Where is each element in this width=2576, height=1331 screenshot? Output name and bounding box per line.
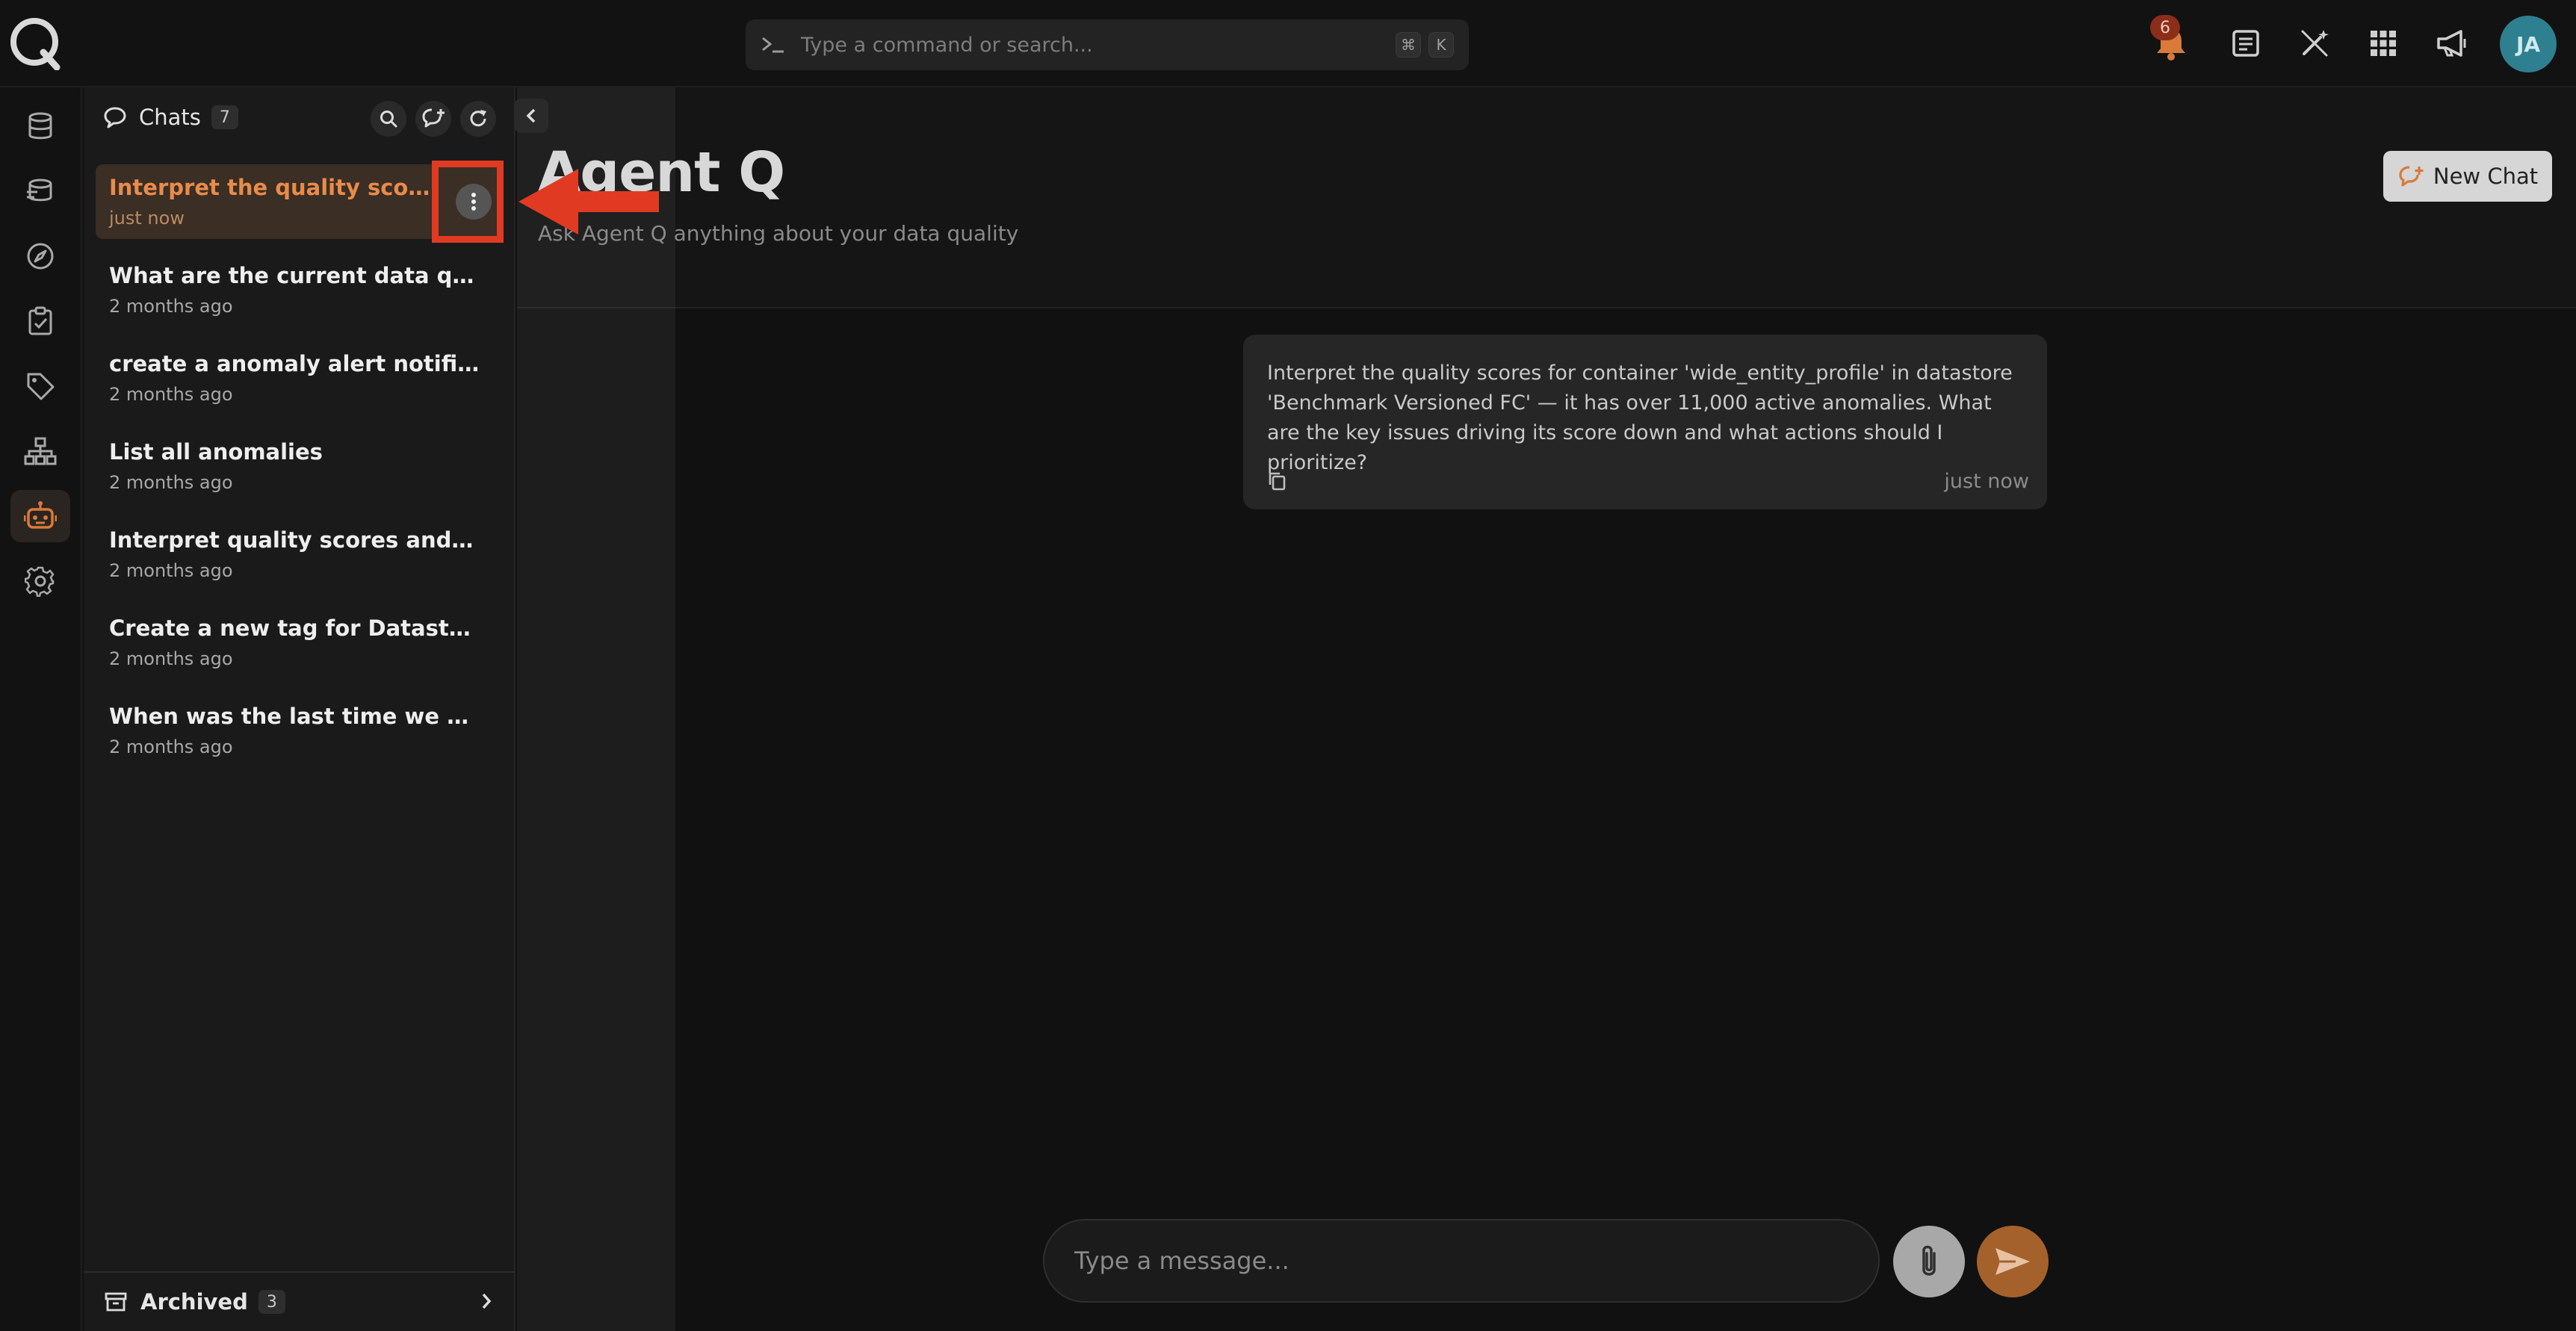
chat-item-time: 2 months ago	[109, 648, 233, 669]
gear-icon	[25, 566, 55, 597]
new-chat-button[interactable]: New Chat	[2383, 151, 2552, 202]
archived-section[interactable]: Archived 3	[84, 1271, 515, 1331]
docs-button[interactable]	[2223, 21, 2268, 66]
chat-item[interactable]: List all anomalies 2 months ago	[96, 429, 504, 503]
copy-icon[interactable]	[1267, 471, 1287, 491]
database-icon	[28, 112, 52, 140]
chat-item-time: 2 months ago	[109, 736, 233, 757]
rail-tags[interactable]	[10, 360, 70, 412]
rail-containers[interactable]	[10, 165, 70, 217]
refresh-icon	[470, 110, 486, 127]
archived-count-badge: 3	[258, 1290, 285, 1314]
chat-item-title: Create a new tag for Datastore: Analytic…	[109, 615, 480, 641]
magic-off-button[interactable]	[2292, 21, 2337, 66]
chat-item-time: 2 months ago	[109, 472, 233, 493]
nav-rail	[0, 87, 82, 1331]
refresh-chats-button[interactable]	[460, 101, 496, 137]
terminal-prompt-icon	[762, 37, 784, 53]
search-icon	[380, 111, 397, 128]
rail-agent-q[interactable]	[10, 490, 70, 542]
user-message: Interpret the quality scores for contain…	[1243, 335, 2047, 509]
chats-title: Chats	[139, 105, 201, 130]
chevron-right-icon	[482, 1293, 492, 1309]
archived-label: Archived	[140, 1289, 248, 1315]
message-footer: just now	[1267, 468, 2029, 494]
archive-icon	[105, 1292, 127, 1312]
chat-item-time: 2 months ago	[109, 296, 233, 317]
chevron-left-icon	[526, 108, 536, 123]
top-bar: Type a command or search... ⌘ K 6 JA	[0, 0, 2576, 87]
command-search[interactable]: Type a command or search... ⌘ K	[746, 19, 1469, 70]
chat-item[interactable]: create a anomaly alert notification for …	[96, 341, 504, 415]
rail-lineage[interactable]	[10, 425, 70, 477]
paperclip-icon	[1922, 1245, 1936, 1276]
tag-icon	[27, 373, 55, 400]
send-button[interactable]	[1977, 1226, 2049, 1297]
app-logo[interactable]	[7, 15, 63, 70]
chat-item-time: 2 months ago	[109, 384, 233, 405]
rail-settings[interactable]	[10, 555, 70, 607]
add-chat-icon	[2399, 166, 2424, 187]
notification-count-badge: 6	[2150, 15, 2180, 40]
search-chats-button[interactable]	[371, 101, 406, 137]
announcements-button[interactable]	[2430, 21, 2474, 66]
message-time: just now	[1944, 469, 2029, 493]
new-chat-icon-button[interactable]	[415, 101, 451, 137]
chat-item[interactable]: When was the last time we have an anomal…	[96, 693, 504, 768]
chat-bubble-icon	[104, 107, 126, 128]
shortcut-mod-key: ⌘	[1396, 32, 1421, 58]
megaphone-icon	[2437, 30, 2466, 57]
apps-button[interactable]	[2361, 21, 2406, 66]
send-icon	[1996, 1248, 2030, 1275]
user-avatar[interactable]: JA	[2500, 16, 2557, 72]
chat-item[interactable]: What are the current data quality scores…	[96, 252, 504, 327]
rail-explore[interactable]	[10, 230, 70, 282]
chat-item-title: create a anomaly alert notification for …	[109, 351, 480, 376]
layers-icon	[27, 179, 52, 202]
add-chat-icon	[422, 108, 445, 128]
attach-button[interactable]	[1893, 1226, 1965, 1297]
chat-item-title: Interpret the quality scores for contain…	[109, 175, 430, 200]
chats-count-badge: 7	[211, 105, 238, 129]
message-input[interactable]	[1074, 1247, 1878, 1275]
chat-item-title: Interpret quality scores and top anomali…	[109, 527, 480, 553]
chat-item-title: What are the current data quality scores…	[109, 263, 480, 288]
grid-icon	[2371, 31, 2396, 56]
new-chat-label: New Chat	[2433, 164, 2539, 189]
document-icon	[2232, 30, 2259, 57]
rail-checks[interactable]	[10, 295, 70, 347]
annotation-highlight-box	[432, 161, 504, 243]
message-composer	[1043, 1219, 1880, 1303]
main-header	[517, 87, 2576, 308]
chat-item-title: When was the last time we have an anomal…	[109, 704, 480, 729]
rail-datastores[interactable]	[10, 100, 70, 152]
hierarchy-icon	[24, 437, 57, 465]
command-search-placeholder: Type a command or search...	[801, 33, 1093, 57]
chats-panel: Chats 7 Interpret the quality scores for…	[84, 87, 515, 1331]
dim-overlay	[517, 87, 675, 1331]
robot-icon	[24, 501, 57, 529]
chat-item-time: 2 months ago	[109, 560, 233, 581]
shortcut-k-key: K	[1428, 32, 1454, 58]
compass-icon	[27, 243, 54, 270]
chat-item[interactable]: Interpret quality scores and top anomali…	[96, 517, 504, 592]
collapse-panel-button[interactable]	[514, 99, 548, 133]
magic-wand-off-icon	[2301, 30, 2329, 57]
message-text: Interpret the quality scores for contain…	[1267, 362, 2013, 474]
annotation-arrow-icon	[518, 169, 659, 235]
chat-item[interactable]: Create a new tag for Datastore: Analytic…	[96, 605, 504, 680]
chat-item-title: List all anomalies	[109, 439, 323, 465]
checklist-icon	[28, 306, 52, 335]
